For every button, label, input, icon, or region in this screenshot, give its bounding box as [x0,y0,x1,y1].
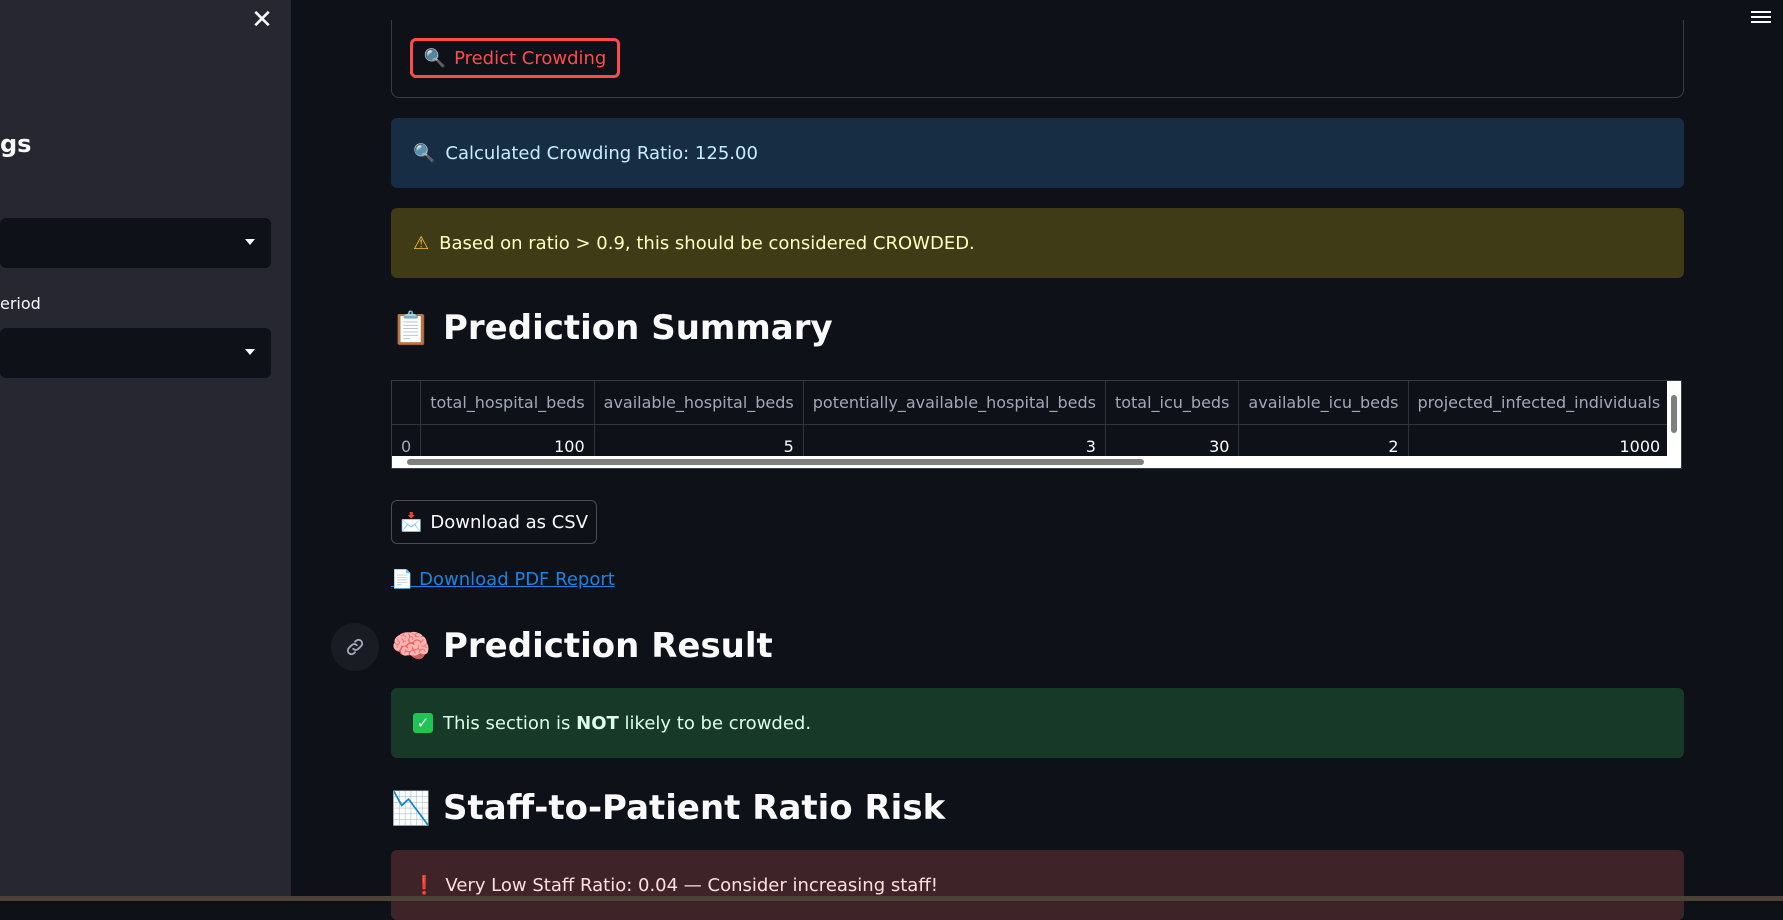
error-text: Very Low Staff Ratio: 0.04 — Consider in… [445,874,938,896]
vertical-scrollbar[interactable] [1667,381,1681,457]
sidebar: ✕ gs eriod [0,0,291,896]
sidebar-heading: gs [0,130,32,158]
page-icon: 📄 [391,569,414,590]
crowding-ratio-info: 🔍 Calculated Crowding Ratio: 125.00 [391,118,1684,188]
prediction-result-heading: 🧠 Prediction Result [391,626,773,666]
download-csv-label: Download as CSV [430,511,589,533]
table-header-row: total_hospital_beds available_hospital_b… [392,381,1681,425]
chevron-down-icon [245,239,255,245]
chevron-down-icon [245,349,255,355]
prediction-form: 🔍 Predict Crowding [391,20,1684,98]
column-header[interactable]: available_icu_beds [1238,381,1409,425]
info-text: Calculated Crowding Ratio: 125.00 [445,142,758,164]
crowded-warning: ⚠ Based on ratio > 0.9, this should be c… [391,208,1684,278]
warning-text: Based on ratio > 0.9, this should be con… [439,232,975,254]
column-header[interactable] [392,381,422,425]
staff-ratio-heading: 📉 Staff-to-Patient Ratio Risk [391,788,945,828]
not-crowded-success: ✓ This section is NOT likely to be crowd… [391,688,1684,758]
magnifier-icon: 🔍 [423,47,447,69]
column-header[interactable]: total_icu_beds [1105,381,1240,425]
brain-icon: 🧠 [391,627,431,665]
download-pdf-link[interactable]: 📄 Download PDF Report [391,569,615,590]
sidebar-period-label: eriod [0,294,41,313]
download-pdf-label: Download PDF Report [413,569,615,590]
link-icon[interactable] [331,623,379,671]
column-header[interactable]: projected_infected_individuals [1408,381,1671,425]
staff-ratio-error: ❗ Very Low Staff Ratio: 0.04 — Consider … [391,850,1684,920]
summary-table[interactable]: total_hospital_beds available_hospital_b… [391,380,1682,469]
warning-icon: ⚠ [413,232,430,254]
inbox-tray-icon: 📩 [399,511,423,533]
column-header[interactable]: total_hospital_beds [420,381,595,425]
clipboard-icon: 📋 [391,309,431,347]
sidebar-select-1[interactable] [0,218,271,268]
menu-icon[interactable] [1751,8,1771,24]
close-icon[interactable]: ✕ [250,7,274,33]
magnifier-icon: 🔍 [413,142,436,164]
predict-button-label: Predict Crowding [454,47,607,69]
checkbox-icon: ✓ [413,713,433,733]
prediction-summary-heading: 📋 Prediction Summary [391,308,833,348]
column-header[interactable]: potentially_available_hospital_beds [803,381,1106,425]
column-header[interactable]: available_hospital_beds [594,381,804,425]
summary-title: Prediction Summary [443,308,833,348]
predict-crowding-button[interactable]: 🔍 Predict Crowding [410,38,620,78]
horizontal-scrollbar[interactable] [392,456,1681,468]
staff-title: Staff-to-Patient Ratio Risk [443,788,946,828]
success-text: This section is NOT likely to be crowded… [443,712,812,734]
sidebar-select-period[interactable] [0,328,271,378]
chart-decreasing-icon: 📉 [391,789,431,827]
taskbar-strip [0,896,1783,901]
download-csv-button[interactable]: 📩 Download as CSV [391,500,597,544]
exclamation-icon: ❗ [413,874,436,896]
result-title: Prediction Result [443,626,773,666]
